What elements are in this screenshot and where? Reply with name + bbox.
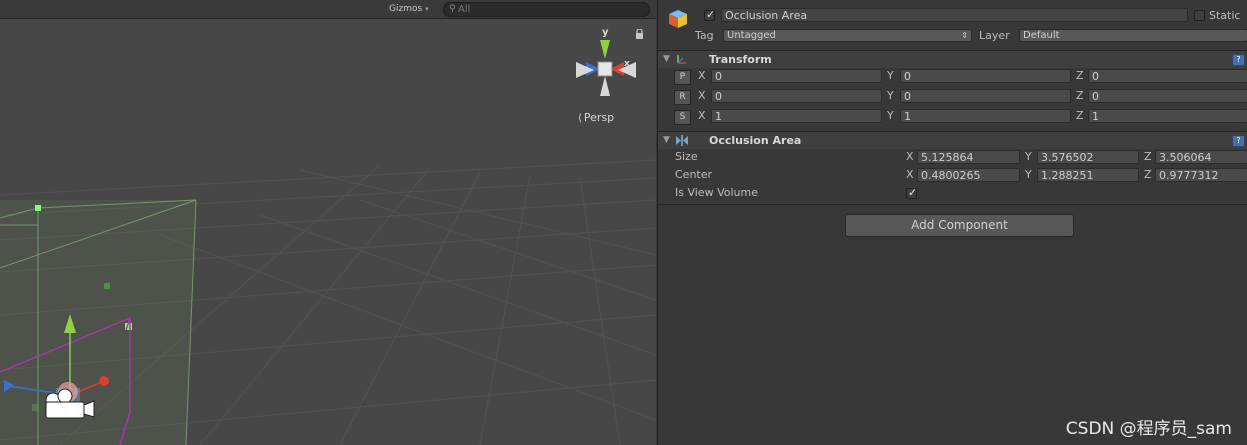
scene-search[interactable]: ⚲	[443, 2, 650, 17]
transform-header[interactable]: ▼ Transform ?	[658, 50, 1247, 68]
center-label: Center	[675, 168, 713, 181]
help-icon[interactable]: ?	[1232, 54, 1245, 66]
gizmos-menu[interactable]: Gizmos ▾	[385, 2, 433, 16]
add-component-button[interactable]: Add Component	[845, 214, 1074, 237]
updown-caret-icon: ⇕	[961, 31, 968, 40]
occlusion-area-box[interactable]	[0, 199, 197, 445]
rotation-z-field[interactable]: 0	[1088, 89, 1247, 103]
static-label: Static	[1209, 9, 1241, 22]
axis-x-label: X	[698, 109, 706, 122]
position-x-field[interactable]: 0	[711, 69, 882, 83]
tag-dropdown[interactable]: Untagged ⇕	[723, 29, 972, 42]
axis-x-label: X	[906, 150, 914, 163]
occlusion-area-header[interactable]: ▼ Occlusion Area ?	[658, 131, 1247, 149]
occlusion-area-icon	[676, 135, 688, 146]
transform-icon	[677, 55, 686, 64]
center-x-field[interactable]: 0.4800265	[917, 168, 1020, 182]
axis-x-label: X	[698, 89, 706, 102]
search-input[interactable]	[458, 3, 638, 16]
view-volume-label: Is View Volume	[675, 186, 758, 199]
checkmark-icon: ✓	[908, 186, 918, 199]
center-z-field[interactable]: 0.9777312	[1155, 168, 1247, 182]
divider	[658, 204, 1247, 205]
static-checkbox[interactable]	[1194, 10, 1205, 21]
size-y-field[interactable]: 3.576502	[1037, 150, 1139, 164]
axis-z-label: Z	[1144, 150, 1152, 163]
position-y-field[interactable]: 0	[900, 69, 1071, 83]
axis-z-label: z	[576, 63, 581, 73]
tag-value: Untagged	[727, 30, 776, 41]
fold-triangle-icon[interactable]: ▼	[663, 51, 670, 68]
gameobject-cube-icon	[669, 10, 687, 28]
box-handle	[32, 404, 39, 411]
transform-title: Transform	[709, 53, 772, 66]
scene-view[interactable]: Gizmos▾ ⚲ y x z ⟨Persp	[0, 0, 656, 445]
axis-y-label: Y	[887, 89, 894, 102]
watermark: CSDN @程序员_sam	[1065, 419, 1232, 439]
layer-label: Layer	[979, 29, 1010, 42]
scale-reset-button[interactable]: S	[674, 110, 691, 125]
occlusion-area-title: Occlusion Area	[709, 134, 802, 147]
layer-dropdown[interactable]: Default	[1019, 29, 1247, 42]
scene-toolbar: Gizmos ▾ ⚲	[0, 0, 656, 19]
axis-z-label: Z	[1076, 109, 1084, 122]
size-label: Size	[675, 150, 698, 163]
active-checkbox[interactable]: ✓	[704, 8, 716, 21]
axis-x-label: x	[624, 59, 630, 69]
position-z-field[interactable]: 0	[1088, 69, 1247, 83]
orientation-gizmo[interactable]: y x z	[566, 26, 650, 102]
axis-y-label: Y	[887, 69, 894, 82]
axis-z-label: Z	[1144, 168, 1152, 181]
checkmark-icon: ✓	[706, 8, 716, 21]
box-handle	[35, 205, 41, 211]
move-x-handle	[99, 376, 109, 386]
persp-toggle[interactable]: ⟨ Persp	[578, 111, 614, 124]
rotation-x-field[interactable]: 0	[711, 89, 882, 103]
view-volume-checkbox[interactable]: ✓	[906, 186, 918, 199]
scale-z-field[interactable]: 1	[1088, 109, 1247, 123]
axis-y-label: Y	[887, 109, 894, 122]
chevron-down-icon: ▾	[425, 5, 429, 13]
scale-y-field[interactable]: 1	[900, 109, 1071, 123]
layer-value: Default	[1023, 30, 1060, 41]
axis-y-label: y	[602, 27, 609, 38]
search-icon: ⚲	[449, 4, 456, 14]
persp-arrow-icon: ⟨	[578, 113, 582, 124]
scene-canvas[interactable]	[0, 0, 656, 445]
axis-x-label: X	[906, 168, 914, 181]
axis-y-cone	[600, 40, 610, 59]
axis-z-label: Z	[1076, 89, 1084, 102]
inspector-panel: ✓ Occlusion Area Static Tag Untagged ⇕ La…	[657, 0, 1247, 445]
position-reset-button[interactable]: P	[674, 70, 691, 85]
axis-x-label: X	[698, 69, 706, 82]
box-handle	[104, 283, 110, 289]
persp-label: Persp	[583, 111, 615, 124]
center-y-field[interactable]: 1.288251	[1037, 168, 1139, 182]
scale-x-field[interactable]: 1	[711, 109, 882, 123]
axis-y-label: Y	[1025, 168, 1032, 181]
rotation-y-field[interactable]: 0	[900, 89, 1071, 103]
size-x-field[interactable]: 5.125864	[917, 150, 1020, 164]
help-icon[interactable]: ?	[1232, 135, 1245, 147]
tag-label: Tag	[695, 29, 714, 42]
axis-center-cube	[597, 61, 613, 77]
rotation-reset-button[interactable]: R	[674, 90, 691, 105]
axis-z-label: Z	[1076, 69, 1084, 82]
object-name-field[interactable]: Occlusion Area	[721, 8, 1188, 22]
size-z-field[interactable]: 3.506064	[1155, 150, 1247, 164]
axis-y-label: Y	[1025, 150, 1032, 163]
gizmos-label: Gizmos	[389, 4, 423, 14]
axis-neg-y-cone	[600, 76, 610, 96]
fold-triangle-icon[interactable]: ▼	[663, 132, 670, 149]
